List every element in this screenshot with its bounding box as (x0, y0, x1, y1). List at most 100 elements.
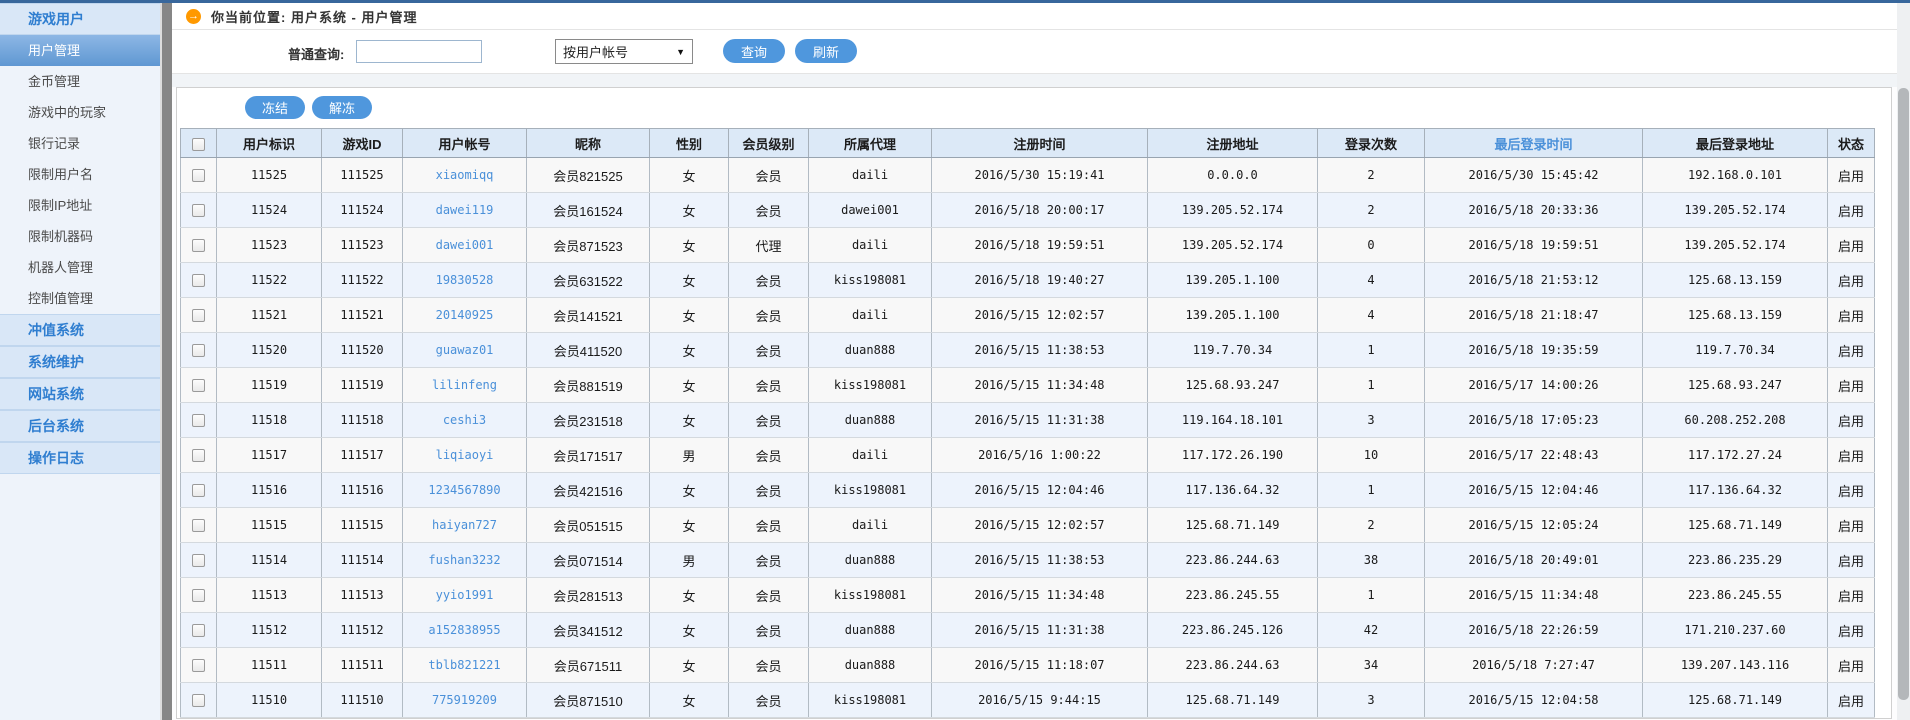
row-checkbox[interactable] (192, 519, 205, 532)
cell-login_count: 1 (1318, 368, 1425, 403)
col-header-user_id[interactable]: 用户标识 (217, 129, 322, 158)
account-link[interactable]: 1234567890 (428, 483, 500, 497)
cell-account: dawei001 (403, 228, 527, 263)
cell-user_id: 11516 (217, 473, 322, 508)
row-checkbox[interactable] (192, 344, 205, 357)
row-checkbox[interactable] (192, 274, 205, 287)
refresh-button[interactable]: 刷新 (795, 39, 857, 63)
sidebar-item-10[interactable]: 冲值系统 (0, 314, 160, 346)
col-header-login_count[interactable]: 登录次数 (1318, 129, 1425, 158)
sidebar-item-0[interactable]: 游戏用户 (0, 3, 160, 35)
scrollbar-thumb[interactable] (1898, 88, 1909, 700)
account-link[interactable]: 775919209 (432, 693, 497, 707)
query-button[interactable]: 查询 (723, 39, 785, 63)
freeze-button[interactable]: 冻结 (245, 96, 305, 119)
row-checkbox[interactable] (192, 414, 205, 427)
sidebar-item-11[interactable]: 系统维护 (0, 346, 160, 378)
cell-user_id: 11510 (217, 683, 322, 718)
cell-last_login_address: 125.68.93.247 (1643, 368, 1828, 403)
col-header-status[interactable]: 状态 (1828, 129, 1875, 158)
cell-register_time: 2016/5/15 12:02:57 (932, 508, 1148, 543)
sidebar-splitter[interactable] (160, 0, 172, 720)
table-row: 11513111513yyio1991会员281513女会员kiss198081… (181, 578, 1875, 613)
cell-status: 启用 (1828, 228, 1875, 263)
account-link[interactable]: liqiaoyi (436, 448, 494, 462)
cell-gender: 女 (650, 263, 729, 298)
row-checkbox[interactable] (192, 659, 205, 672)
account-link[interactable]: ceshi3 (443, 413, 486, 427)
col-header-account[interactable]: 用户帐号 (403, 129, 527, 158)
cell-game_id: 111514 (322, 543, 403, 578)
account-link[interactable]: guawaz01 (436, 343, 494, 357)
cell-nickname: 会员821525 (527, 158, 650, 193)
cell-user_id: 11520 (217, 333, 322, 368)
col-header-register_address[interactable]: 注册地址 (1148, 129, 1318, 158)
col-header-gender[interactable]: 性别 (650, 129, 729, 158)
col-header-register_time[interactable]: 注册时间 (932, 129, 1148, 158)
sidebar-item-13[interactable]: 后台系统 (0, 410, 160, 442)
row-checkbox[interactable] (192, 169, 205, 182)
sidebar-item-4[interactable]: 银行记录 (0, 128, 160, 159)
cell-member_level: 会员 (729, 403, 809, 438)
row-checkbox[interactable] (192, 694, 205, 707)
account-link[interactable]: dawei119 (436, 203, 494, 217)
row-checkbox[interactable] (192, 239, 205, 252)
cell-account: lilinfeng (403, 368, 527, 403)
cell-register_address: 139.205.52.174 (1148, 228, 1318, 263)
cell-last_login_address: 139.205.52.174 (1643, 228, 1828, 263)
col-header-member_level[interactable]: 会员级别 (729, 129, 809, 158)
cell-status: 启用 (1828, 193, 1875, 228)
sidebar-item-8[interactable]: 机器人管理 (0, 252, 160, 283)
cell-register_address: 223.86.245.126 (1148, 613, 1318, 648)
sidebar-item-1[interactable]: 用户管理 (0, 35, 160, 66)
unfreeze-button[interactable]: 解冻 (312, 96, 372, 119)
select-all-header[interactable] (181, 129, 217, 158)
cell-game_id: 111525 (322, 158, 403, 193)
cell-gender: 女 (650, 333, 729, 368)
cell-member_level: 会员 (729, 543, 809, 578)
search-input[interactable] (356, 40, 482, 63)
sidebar-item-6[interactable]: 限制IP地址 (0, 190, 160, 221)
account-link[interactable]: dawei001 (436, 238, 494, 252)
row-checkbox[interactable] (192, 484, 205, 497)
col-header-last_login_address[interactable]: 最后登录地址 (1643, 129, 1828, 158)
row-checkbox[interactable] (192, 379, 205, 392)
cell-game_id: 111523 (322, 228, 403, 263)
col-header-game_id[interactable]: 游戏ID (322, 129, 403, 158)
account-link[interactable]: yyio1991 (436, 588, 494, 602)
row-checkbox[interactable] (192, 554, 205, 567)
account-link[interactable]: fushan3232 (428, 553, 500, 567)
row-checkbox[interactable] (192, 204, 205, 217)
sidebar-item-12[interactable]: 网站系统 (0, 378, 160, 410)
cell-member_level: 会员 (729, 683, 809, 718)
col-header-agent[interactable]: 所属代理 (809, 129, 932, 158)
search-type-select[interactable]: 按用户帐号 ▼ (555, 39, 693, 64)
account-link[interactable]: lilinfeng (432, 378, 497, 392)
row-checkbox-cell (181, 648, 217, 683)
cell-login_count: 2 (1318, 158, 1425, 193)
main-content: → 你当前位置: 用户系统 - 用户管理 普通查询: 按用户帐号 ▼ 查询 刷新… (172, 3, 1910, 720)
vertical-scrollbar[interactable] (1897, 0, 1910, 720)
row-checkbox[interactable] (192, 309, 205, 322)
row-checkbox[interactable] (192, 624, 205, 637)
account-link[interactable]: 19830528 (436, 273, 494, 287)
col-header-last_login_time[interactable]: 最后登录时间 (1425, 129, 1643, 158)
row-checkbox[interactable] (192, 589, 205, 602)
account-link[interactable]: haiyan727 (432, 518, 497, 532)
sidebar-item-5[interactable]: 限制用户名 (0, 159, 160, 190)
sidebar-item-3[interactable]: 游戏中的玩家 (0, 97, 160, 128)
sidebar-item-2[interactable]: 金币管理 (0, 66, 160, 97)
account-link[interactable]: a152838955 (428, 623, 500, 637)
col-header-nickname[interactable]: 昵称 (527, 129, 650, 158)
row-checkbox-cell (181, 438, 217, 473)
select-all-checkbox[interactable] (192, 138, 205, 151)
cell-login_count: 34 (1318, 648, 1425, 683)
cell-last_login_time: 2016/5/18 21:18:47 (1425, 298, 1643, 333)
sidebar-item-7[interactable]: 限制机器码 (0, 221, 160, 252)
sidebar-item-14[interactable]: 操作日志 (0, 442, 160, 474)
row-checkbox[interactable] (192, 449, 205, 462)
account-link[interactable]: tblb821221 (428, 658, 500, 672)
account-link[interactable]: 20140925 (436, 308, 494, 322)
sidebar-item-9[interactable]: 控制值管理 (0, 283, 160, 314)
account-link[interactable]: xiaomiqq (436, 168, 494, 182)
